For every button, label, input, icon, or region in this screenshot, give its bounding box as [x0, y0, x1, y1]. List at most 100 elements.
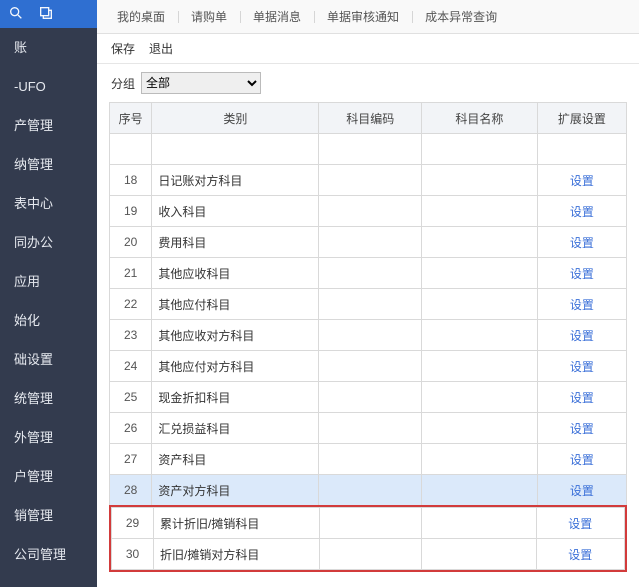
table-row[interactable]: 19收入科目设置 — [110, 196, 627, 227]
cell-category: 资产科目 — [152, 444, 319, 475]
table-row[interactable]: 24其他应付对方科目设置 — [110, 351, 627, 382]
cell-code — [319, 413, 422, 444]
cell-code — [319, 320, 422, 351]
sidebar-item[interactable]: 户管理 — [0, 457, 97, 496]
cell-category: 其他应收科目 — [152, 258, 319, 289]
cell-name — [421, 444, 537, 475]
table-row[interactable]: 25现金折扣科目设置 — [110, 382, 627, 413]
cell-idx: 20 — [110, 227, 152, 258]
setting-link[interactable]: 设置 — [568, 548, 592, 562]
sidebar-item[interactable]: 公司管理 — [0, 535, 97, 574]
sidebar-item[interactable]: 始化 — [0, 301, 97, 340]
cell-name — [421, 382, 537, 413]
tab-bar: 我的桌面请购单单据消息单据审核通知成本异常查询 — [97, 0, 639, 34]
sidebar-item[interactable]: 外管理 — [0, 418, 97, 457]
cell-idx: 22 — [110, 289, 152, 320]
setting-link[interactable]: 设置 — [568, 517, 592, 531]
cell-idx: 29 — [112, 508, 154, 539]
table-row[interactable]: 22其他应付科目 设置 — [110, 289, 627, 320]
setting-link[interactable]: 设置 — [570, 174, 594, 188]
cell-name — [421, 320, 537, 351]
cell-code — [319, 444, 422, 475]
cell-name — [421, 539, 536, 570]
cell-idx: 28 — [110, 475, 152, 506]
table-row[interactable]: 21其他应收科目 设置 — [110, 258, 627, 289]
sidebar-item[interactable]: 础设置 — [0, 340, 97, 379]
setting-link[interactable]: 设置 — [570, 267, 594, 281]
search-icon[interactable] — [8, 5, 24, 24]
cell-category: 其他应付对方科目 — [152, 351, 319, 382]
table-row[interactable]: 20费用科目设置 — [110, 227, 627, 258]
setting-link[interactable]: 设置 — [570, 298, 594, 312]
main: 我的桌面请购单单据消息单据审核通知成本异常查询 保存 退出 分组 全部 序号 类… — [97, 0, 639, 587]
table-row[interactable]: 30折旧/摊销对方科目 设置 — [112, 539, 625, 570]
table-row[interactable]: 18日记账对方科目设置 — [110, 165, 627, 196]
sidebar-item[interactable]: 产管理 — [0, 106, 97, 145]
setting-link[interactable]: 设置 — [570, 205, 594, 219]
cell-category: 其他应收对方科目 — [152, 320, 319, 351]
cell-setting: 设置 — [536, 508, 625, 539]
cell-setting: 设置 — [537, 475, 626, 506]
save-button[interactable]: 保存 — [111, 40, 135, 57]
cell-name — [421, 289, 537, 320]
table-row[interactable]: 26汇兑损益科目设置 — [110, 413, 627, 444]
setting-link[interactable]: 设置 — [570, 484, 594, 498]
sidebar-item[interactable]: 表中心 — [0, 184, 97, 223]
tab[interactable]: 我的桌面 — [107, 8, 175, 25]
cell-setting: 设置 — [537, 165, 626, 196]
setting-link[interactable]: 设置 — [570, 236, 594, 250]
cell-name — [421, 258, 537, 289]
sidebar-item[interactable]: 统管理 — [0, 379, 97, 418]
sidebar-item[interactable]: 同办公 — [0, 223, 97, 262]
cell-category: 现金折扣科目 — [152, 382, 319, 413]
share-icon[interactable] — [38, 5, 54, 24]
setting-link[interactable]: 设置 — [570, 360, 594, 374]
group-select[interactable]: 全部 — [141, 72, 261, 94]
cell-name — [421, 475, 537, 506]
cell-setting: 设置 — [537, 196, 626, 227]
cell-name — [421, 196, 537, 227]
cell-category: 资产对方科目 — [152, 475, 319, 506]
cell-setting: 设置 — [537, 320, 626, 351]
sidebar-top — [0, 0, 97, 28]
table-row[interactable]: 27资产科目 设置 — [110, 444, 627, 475]
tab[interactable]: 成本异常查询 — [415, 8, 507, 25]
subject-table: 序号 类别 科目编码 科目名称 扩展设置 18日记账对方科目设置19收入科目设置… — [109, 102, 627, 506]
col-category: 类别 — [152, 103, 319, 134]
cell-idx: 23 — [110, 320, 152, 351]
tab[interactable]: 请购单 — [181, 8, 237, 25]
setting-link[interactable]: 设置 — [570, 422, 594, 436]
table-row[interactable]: 23其他应收对方科目 设置 — [110, 320, 627, 351]
sidebar-item[interactable]: 账 — [0, 28, 97, 67]
cell-setting: 设置 — [537, 227, 626, 258]
cell-idx: 18 — [110, 165, 152, 196]
sidebar-item[interactable]: 应用 — [0, 262, 97, 301]
cell-idx: 30 — [112, 539, 154, 570]
table-row[interactable]: 29累计折旧/摊销科目设置 — [112, 508, 625, 539]
highlight-box: 29累计折旧/摊销科目设置30折旧/摊销对方科目 设置 — [109, 505, 627, 572]
cell-setting: 设置 — [537, 413, 626, 444]
cell-category: 折旧/摊销对方科目 — [154, 539, 320, 570]
cell-idx: 21 — [110, 258, 152, 289]
table-row[interactable]: 28资产对方科目 设置 — [110, 475, 627, 506]
cell-category: 其他应付科目 — [152, 289, 319, 320]
cell-code — [319, 289, 422, 320]
cell-code — [319, 539, 421, 570]
tab[interactable]: 单据消息 — [243, 8, 311, 25]
setting-link[interactable]: 设置 — [570, 453, 594, 467]
tab[interactable]: 单据审核通知 — [317, 8, 409, 25]
cell-code — [319, 475, 422, 506]
sidebar-item[interactable]: 纳管理 — [0, 145, 97, 184]
cell-idx: 27 — [110, 444, 152, 475]
exit-button[interactable]: 退出 — [149, 40, 173, 57]
setting-link[interactable]: 设置 — [570, 329, 594, 343]
table-row[interactable] — [110, 134, 627, 165]
sidebar-item[interactable]: -UFO — [0, 67, 97, 106]
toolbar: 保存 退出 — [97, 34, 639, 64]
cell-setting — [537, 134, 626, 165]
cell-name — [421, 351, 537, 382]
setting-link[interactable]: 设置 — [570, 391, 594, 405]
cell-setting: 设置 — [536, 539, 625, 570]
sidebar-item[interactable]: 销管理 — [0, 496, 97, 535]
cell-category — [152, 134, 319, 165]
